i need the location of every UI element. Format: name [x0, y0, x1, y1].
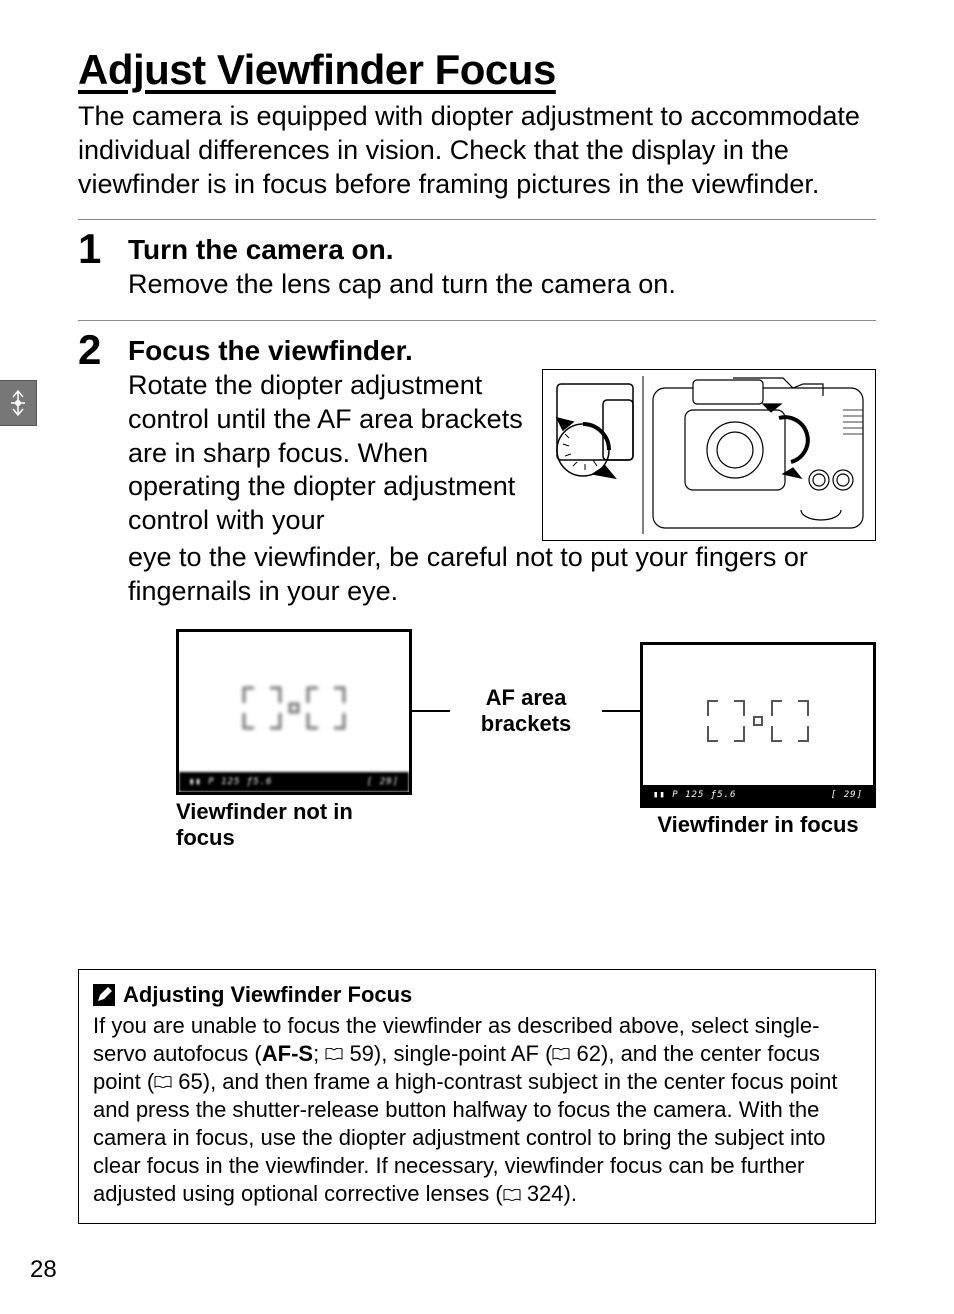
book-icon — [154, 1076, 172, 1088]
step-text: Rotate the diopter adjustment control un… — [128, 369, 530, 541]
intro-paragraph: The camera is equipped with diopter adju… — [78, 100, 876, 201]
af-brackets-label: AF area brackets — [450, 685, 602, 737]
caption-not-focused: Viewfinder not in focus — [176, 799, 412, 851]
page-number: 28 — [30, 1256, 57, 1284]
note-body: If you are unable to focus the viewfinde… — [93, 1012, 861, 1209]
step-text-continued: eye to the viewfinder, be careful not to… — [128, 541, 876, 609]
step-title: Turn the camera on. — [128, 234, 876, 266]
book-icon — [503, 1189, 521, 1201]
camera-illustration — [542, 369, 876, 541]
vf-readout-right: [ 29] — [367, 777, 399, 787]
side-tab-icon — [0, 380, 37, 426]
caption-focused: Viewfinder in focus — [657, 812, 858, 838]
note-title: Adjusting Viewfinder Focus — [123, 982, 412, 1008]
book-icon — [325, 1048, 343, 1060]
divider — [78, 320, 876, 321]
viewfinder-not-focused: ▮▮ P 125 ƒ5.6 [ 29] — [176, 629, 412, 795]
step-text: Remove the lens cap and turn the camera … — [128, 268, 876, 302]
page-title: Adjust Viewfinder Focus — [78, 46, 876, 94]
vf-readout-left: ▮▮ P 125 ƒ5.6 — [653, 790, 736, 800]
note-box: Adjusting Viewfinder Focus If you are un… — [78, 969, 876, 1224]
divider — [78, 219, 876, 220]
pencil-icon — [93, 984, 115, 1006]
vf-readout-right: [ 29] — [831, 790, 863, 800]
book-icon — [552, 1048, 570, 1060]
step-number: 2 — [78, 329, 110, 851]
viewfinder-focused: ▮▮ P 125 ƒ5.6 [ 29] — [640, 642, 876, 808]
step-1: 1 Turn the camera on. Remove the lens ca… — [78, 228, 876, 302]
step-title: Focus the viewfinder. — [128, 335, 876, 367]
viewfinder-comparison: ▮▮ P 125 ƒ5.6 [ 29] Viewfinder not in fo… — [176, 629, 876, 851]
vf-readout-left: ▮▮ P 125 ƒ5.6 — [189, 777, 272, 787]
step-2: 2 Focus the viewfinder. Rotate the diopt… — [78, 329, 876, 851]
step-number: 1 — [78, 228, 110, 302]
